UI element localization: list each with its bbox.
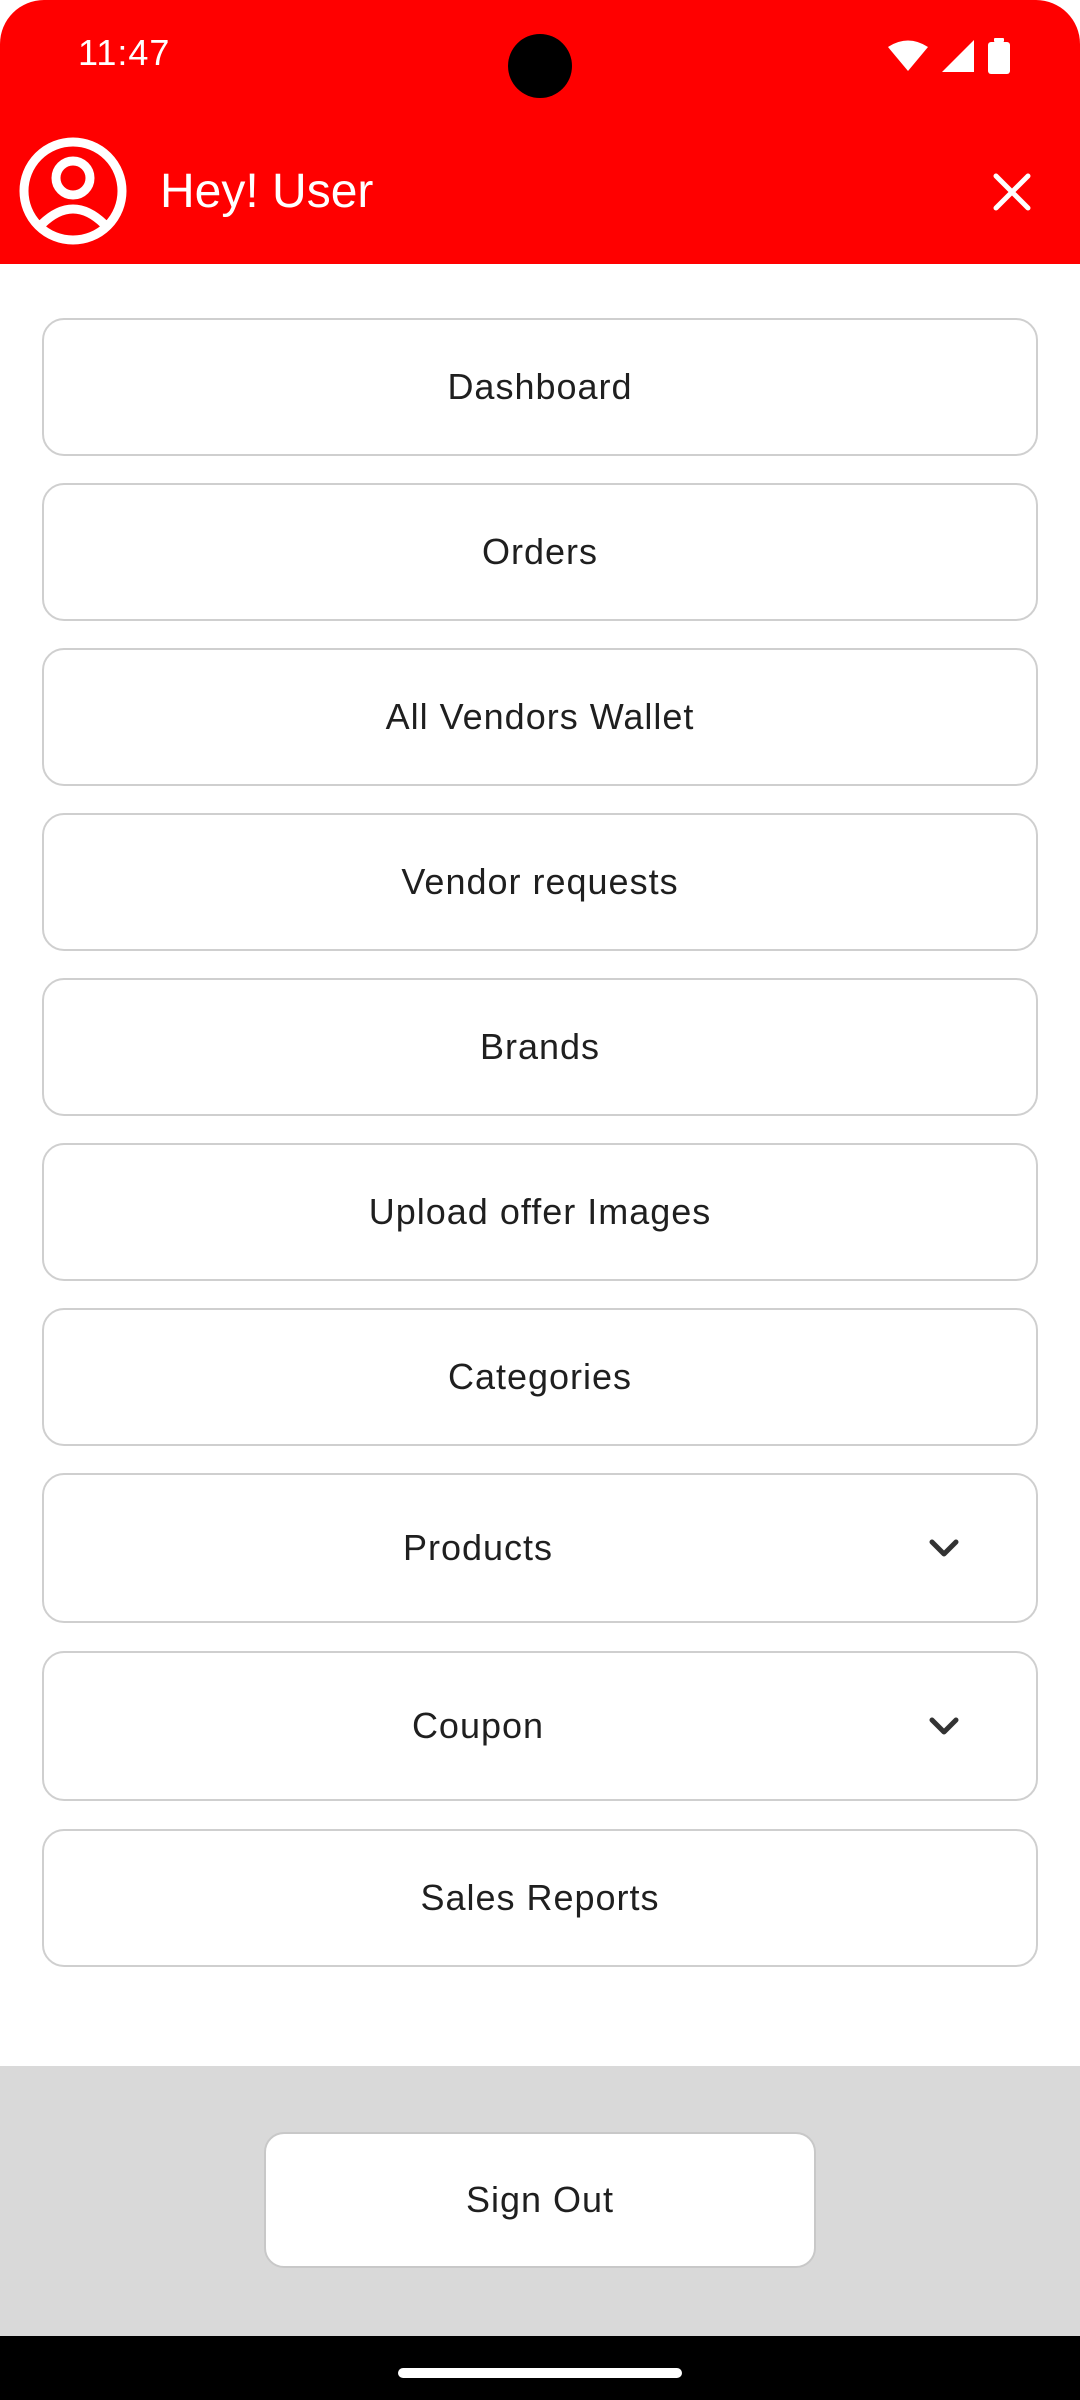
chevron-down-icon [929,1539,959,1557]
status-time: 11:47 [78,32,171,73]
greeting-text: Hey! User [160,164,374,218]
cellular-signal-icon [942,40,974,72]
menu-item-label: All Vendors Wallet [385,696,695,737]
navigation-drawer-screen: 11:47 Hey! User Dashboard Orders All Ven… [0,0,1080,2400]
status-icons [888,38,1010,74]
drawer-header: 11:47 Hey! User [0,0,1080,264]
menu-item-label: Brands [479,1026,601,1067]
menu-item-orders[interactable]: Orders [42,483,1038,621]
drawer-footer: Sign Out [0,2066,1080,2336]
close-icon [993,173,1031,211]
wifi-icon [888,40,928,71]
menu-item-brands[interactable]: Brands [42,978,1038,1116]
home-indicator[interactable] [398,2368,682,2378]
menu-item-label: Vendor requests [401,861,679,902]
close-drawer-button[interactable] [980,160,1044,224]
menu-item-products[interactable]: Products [42,1473,1038,1623]
menu-item-label: Dashboard [447,366,633,407]
menu-item-coupon[interactable]: Coupon [42,1651,1038,1801]
user-greeting-row: Hey! User [18,136,373,246]
menu-item-vendor-requests[interactable]: Vendor requests [42,813,1038,951]
menu-item-upload-offer-images[interactable]: Upload offer Images [42,1143,1038,1281]
sign-out-button[interactable]: Sign Out [264,2132,816,2268]
menu-item-dashboard[interactable]: Dashboard [42,318,1038,456]
system-navigation-bar [0,2336,1080,2400]
menu-item-categories[interactable]: Categories [42,1308,1038,1446]
menu-item-label: Products [402,1527,554,1568]
menu-item-label: Sales Reports [420,1877,660,1918]
drawer-menu: Dashboard Orders All Vendors Wallet Vend… [42,318,1038,1994]
battery-icon [988,38,1010,74]
camera-cutout [508,34,572,98]
menu-item-label: Upload offer Images [368,1191,712,1232]
menu-item-label: Coupon [411,1705,545,1746]
chevron-down-icon [929,1717,959,1735]
menu-item-all-vendors-wallet[interactable]: All Vendors Wallet [42,648,1038,786]
account-circle-icon [19,137,127,245]
menu-item-label: Orders [481,531,599,572]
menu-item-sales-reports[interactable]: Sales Reports [42,1829,1038,1967]
menu-item-label: Categories [447,1356,633,1397]
